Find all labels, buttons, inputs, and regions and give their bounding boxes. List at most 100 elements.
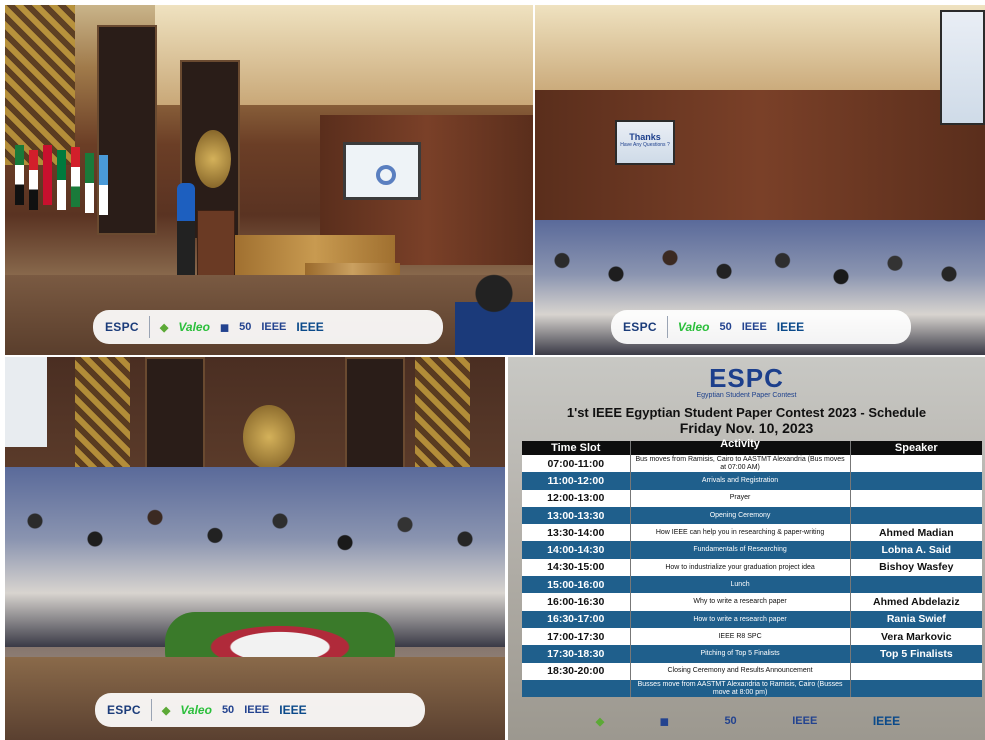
ieee-egypt-logo: ◼: [219, 321, 230, 334]
header-time: Time Slot: [551, 442, 601, 454]
row-activity: IEEE R8 SPC: [718, 632, 762, 640]
row-activity: Lunch: [730, 580, 750, 588]
projector-screen: Thanks Have Any Questions ?: [615, 120, 675, 165]
table-row: 18:30-20:00 Closing Ceremony and Results …: [522, 662, 982, 680]
row-activity: How IEEE can help you in researching & p…: [655, 529, 825, 537]
aastmt-logo: ◆: [595, 715, 605, 728]
thanks-text: Thanks: [629, 132, 661, 142]
fifty-years-logo: 50: [239, 321, 252, 333]
table-row: 16:30-17:00 How to write a research paper…: [522, 610, 982, 628]
schedule-table: Time Slot Activity Speaker 07:00-11:00 Bu…: [522, 438, 982, 698]
sponsor-strip: ESPC Valeo 50 IEEE IEEE: [611, 310, 911, 344]
aastmt-logo: ◆: [161, 704, 171, 717]
separator: [148, 316, 150, 338]
table-row: 15:00-16:00 Lunch: [522, 576, 982, 594]
table-row: 17:00-17:30 IEEE R8 SPC Vera Markovic: [522, 627, 982, 646]
espc-logo: ESPC: [107, 703, 141, 717]
row-time: 15:00-16:00: [547, 578, 605, 591]
table-row: 12:00-13:00 Prayer: [522, 489, 982, 507]
table-row: 07:00-11:00 Bus moves from Ramisis, Cairo…: [522, 455, 982, 473]
row-speaker: Rania Swief: [886, 613, 946, 626]
valeo-logo: Valeo: [677, 320, 710, 334]
schedule-date: Friday Nov. 10, 2023: [679, 420, 814, 436]
podium: [197, 210, 235, 280]
wall-lattice: [5, 5, 75, 165]
row-speaker: Lobna A. Said: [881, 544, 952, 557]
row-activity: Busses move from AASTMT Alexandria to Ra…: [637, 681, 843, 696]
sponsor-strip: ESPC ◆ Valeo 50 IEEE IEEE: [95, 693, 425, 727]
speaker-person: [177, 183, 195, 278]
row-activity: Pitching of Top 5 Finalists: [700, 650, 780, 658]
ieee-logo: IEEE: [872, 714, 901, 728]
ieee-r8-logo: IEEE: [261, 321, 287, 333]
photo-group: ESPC ◆ Valeo 50 IEEE IEEE: [5, 357, 505, 740]
photo-audience-thanks: Thanks Have Any Questions ? ESPC Valeo 5…: [535, 5, 985, 355]
separator: [150, 699, 152, 721]
header-speaker: Speaker: [894, 442, 938, 454]
row-speaker: Top 5 Finalists: [879, 647, 953, 660]
ceiling: [535, 5, 985, 95]
row-time: 14:00-14:30: [547, 544, 605, 557]
row-speaker: Ahmed Abdelaziz: [873, 596, 960, 609]
ieee-r8-logo: IEEE: [741, 321, 767, 333]
row-activity: How to write a research paper: [693, 615, 787, 623]
espc-logo-subtext: Egyptian Student Paper Contest: [696, 392, 797, 399]
wood-wall: [535, 90, 985, 220]
espc-logo-text: ESPC: [709, 363, 784, 393]
wall-panel: [345, 357, 405, 477]
row-time: 16:00-16:30: [547, 596, 605, 609]
table-row: 14:00-14:30 Fundamentals of Researching Lo…: [522, 541, 982, 559]
row-time: 07:00-11:00: [547, 457, 605, 470]
ieee-logo: IEEE: [776, 320, 805, 334]
row-time: 14:30-15:00: [547, 561, 605, 574]
row-time: 13:30-14:00: [547, 526, 605, 539]
row-time: 17:00-17:30: [547, 630, 605, 643]
emblem: [243, 405, 295, 469]
separator: [666, 316, 668, 338]
espc-logo: ESPC: [105, 320, 139, 334]
header-activity: Activity: [720, 438, 760, 450]
row-activity: Opening Ceremony: [709, 511, 771, 519]
row-speaker: Vera Markovic: [880, 630, 952, 643]
fifty-years-logo: 50: [724, 715, 737, 727]
row-time: 16:30-17:00: [547, 613, 605, 626]
side-screen: [5, 357, 47, 447]
sponsor-strip: ESPC ◆ Valeo ◼ 50 IEEE IEEE: [93, 310, 443, 344]
row-activity: Arrivals and Registration: [701, 477, 779, 485]
table-row: 17:30-18:30 Pitching of Top 5 Finalists To…: [522, 645, 982, 663]
fifty-years-logo: 50: [719, 321, 732, 333]
fifty-years-logo: 50: [221, 704, 235, 716]
audience-member: [455, 267, 533, 355]
row-time: 11:00-12:00: [547, 474, 605, 487]
row-activity: Why to write a research paper: [693, 598, 787, 606]
espc-logo: ESPC: [623, 320, 657, 334]
schedule-title: 1'st IEEE Egyptian Student Paper Contest…: [566, 405, 927, 420]
row-activity: Prayer: [729, 494, 751, 502]
row-speaker: Bishoy Wasfey: [879, 561, 954, 574]
emblem: [195, 130, 231, 188]
row-time: 17:30-18:30: [547, 647, 605, 660]
row-time: 18:30-20:00: [547, 665, 605, 678]
schedule-panel: ESPC Egyptian Student Paper Contest 1'st…: [508, 357, 985, 740]
ieee-egypt-logo: ◼: [659, 715, 669, 728]
wall-panel: [145, 357, 205, 477]
table-row: 14:30-15:00 How to industrialize your gra…: [522, 558, 982, 577]
valeo-logo: Valeo: [178, 320, 210, 334]
table-row: 11:00-12:00 Arrivals and Registration: [522, 472, 982, 490]
schedule-header-row: Time Slot Activity Speaker: [522, 438, 982, 455]
row-activity: How to industrialize your graduation pro…: [665, 563, 815, 571]
aastmt-logo: ◆: [159, 321, 169, 334]
row-time: 12:00-13:00: [547, 492, 605, 505]
row-activity: Fundamentals of Researching: [693, 546, 787, 554]
table-row: 16:00-16:30 Why to write a research paper…: [522, 593, 982, 611]
ieee-r8-logo: IEEE: [244, 704, 270, 716]
row-time: 13:00-13:30: [547, 509, 605, 522]
espc-banner: ESPC Egyptian Student Paper Contest: [508, 363, 985, 399]
table-row: 13:30-14:00 How IEEE can help you in rese…: [522, 524, 982, 542]
ieee-logo: IEEE: [296, 320, 324, 334]
ieee-r8-logo: IEEE: [792, 715, 818, 727]
table-row: Busses move from AASTMT Alexandria to Ra…: [522, 679, 982, 698]
row-activity: Bus moves from Ramisis, Cairo to AASTMT …: [635, 456, 845, 471]
table-row: 13:00-13:30 Opening Ceremony: [522, 506, 982, 525]
photo-speaker-at-podium: ESPC ◆ Valeo ◼ 50 IEEE IEEE: [5, 5, 533, 355]
